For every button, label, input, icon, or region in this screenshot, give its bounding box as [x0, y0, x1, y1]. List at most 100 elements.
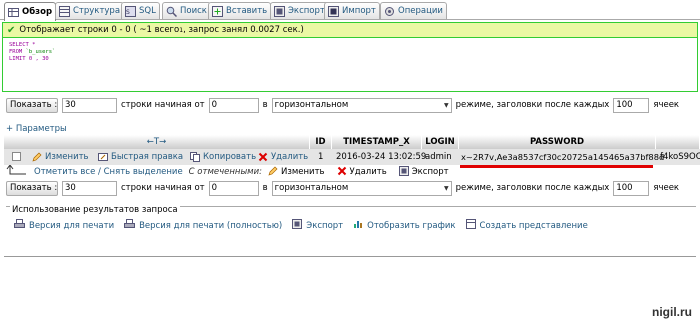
with-selected-label: С отмеченными:: [188, 167, 262, 177]
in-label: в: [262, 183, 268, 193]
structure-icon: [59, 5, 70, 17]
repeat-headers-label: режиме, заголовки после каждых: [455, 183, 610, 193]
start-row-input[interactable]: 0: [208, 97, 259, 113]
rows-count-input[interactable]: 30: [62, 97, 117, 113]
chart-icon: [353, 219, 363, 232]
tab-label: Вставить: [226, 6, 268, 16]
tab-insert[interactable]: Вставить: [208, 2, 272, 19]
show-button[interactable]: Показать :: [6, 180, 58, 196]
export-icon: [274, 5, 285, 17]
tab-operations[interactable]: Операции: [380, 2, 447, 19]
cells-label: ячеек: [653, 100, 680, 110]
quick-edit-icon: [98, 152, 108, 162]
status-text: Отображает строки 0 - 0 ( ~1 всего: [19, 25, 180, 35]
export-link[interactable]: Экспорт: [292, 219, 343, 232]
delete-label: Удалить: [271, 152, 309, 162]
print-view-link[interactable]: Версия для печати: [14, 219, 114, 232]
sql-icon: S: [125, 5, 136, 17]
row-checkbox[interactable]: [12, 149, 22, 165]
display-mode-select[interactable]: горизонтальном ▼: [271, 97, 452, 113]
with-selected-bar: Отметить все / Снять выделение С отмечен…: [6, 163, 449, 180]
insert-icon: [212, 5, 223, 17]
chevron-down-icon: ▼: [444, 101, 449, 109]
status-tail: , запрос занял 0.0027 сек.): [183, 25, 304, 35]
bulk-export-label: Экспорт: [411, 167, 449, 177]
tab-label: Экспорт: [288, 6, 325, 16]
tab-label: Обзор: [22, 7, 53, 17]
copy-icon: [190, 152, 200, 162]
column-header-id[interactable]: ID: [310, 135, 332, 149]
bulk-delete-button[interactable]: Удалить: [337, 166, 387, 179]
tab-search[interactable]: Поиск: [162, 2, 211, 19]
display-chart-link[interactable]: Отобразить график: [353, 219, 456, 232]
rows-from-label: строки начиная от: [121, 183, 205, 193]
tab-sql[interactable]: S SQL: [121, 2, 160, 19]
cell-timestamp: 2016-03-24 13:02:59: [336, 152, 427, 162]
edit-label: Изменить: [45, 152, 89, 162]
copy-label: Копировать: [203, 152, 257, 162]
parameters-link[interactable]: + Параметры: [6, 124, 67, 134]
cells-label: ячеек: [653, 183, 680, 193]
tab-label: SQL: [139, 6, 156, 16]
display-mode-value: горизонтальном: [274, 100, 349, 110]
show-button[interactable]: Показать :: [6, 97, 58, 113]
tab-import[interactable]: Импорт: [324, 2, 380, 19]
quick-edit-link[interactable]: Быстрая правка: [98, 149, 183, 165]
password-highlight-underline: [460, 165, 653, 168]
import-icon: [328, 5, 339, 17]
display-mode-select[interactable]: горизонтальном ▼: [271, 180, 452, 196]
cell-login: admin: [425, 152, 452, 162]
delete-row-link[interactable]: Удалить: [258, 149, 308, 165]
sql-line: FROM `b_users`: [9, 49, 691, 56]
create-view-label: Создать представление: [479, 220, 588, 231]
tab-label: Импорт: [342, 6, 376, 16]
chevron-down-icon: ▼: [444, 184, 449, 192]
tab-label: Поиск: [180, 6, 207, 16]
export-icon: [292, 219, 303, 232]
start-row-input[interactable]: 0: [208, 180, 259, 196]
sql-line: SELECT *: [9, 42, 36, 48]
pencil-icon: [32, 152, 42, 162]
bulk-edit-button[interactable]: Изменить: [268, 166, 325, 179]
bulk-export-button[interactable]: Экспорт: [398, 165, 449, 179]
print-view-label: Версия для печати: [29, 220, 115, 231]
edit-row-link[interactable]: Изменить: [32, 149, 89, 165]
create-view-link[interactable]: Создать представление: [465, 219, 588, 232]
tab-export[interactable]: Экспорт: [270, 2, 329, 19]
printer-icon: [124, 219, 136, 232]
repeat-headers-label: режиме, заголовки после каждых: [455, 100, 610, 110]
cell-password: x~2R7v,Ae3a8537cf30c20725a145465a37bf88d: [461, 152, 665, 162]
navigation-top: Показать : 30 строки начиная от 0 в гори…: [6, 97, 679, 113]
table-row: Изменить Быстрая правка Копировать Удали…: [4, 149, 700, 165]
watermark: nigil.ru: [652, 305, 692, 319]
sql-query-box: SELECT * FROM `b_users` LIMIT 0 , 30: [2, 38, 698, 92]
print-view-full-link[interactable]: Версия для печати (полностью): [124, 219, 282, 232]
tab-structure[interactable]: Структура: [55, 2, 125, 19]
repeat-headers-input[interactable]: 100: [613, 180, 650, 196]
svg-text:S: S: [126, 9, 130, 16]
sql-table-name: `b_users`: [25, 49, 56, 55]
arrow-up-left-icon: [6, 163, 28, 180]
column-header-password[interactable]: PASSWORD: [459, 135, 656, 149]
column-header-timestamp[interactable]: TIMESTAMP_X: [332, 135, 422, 149]
repeat-headers-input[interactable]: 100: [613, 97, 650, 113]
display-mode-value: горизонтальном: [274, 183, 349, 193]
column-header-login[interactable]: LOGIN: [422, 135, 459, 149]
in-label: в: [262, 100, 268, 110]
cell-next-column: f4koS9OC: [660, 152, 700, 162]
sql-line: LIMIT 0 , 30: [9, 56, 49, 62]
sql-keyword: FROM: [9, 49, 23, 55]
search-icon: [166, 6, 178, 17]
pencil-icon: [268, 166, 278, 179]
tab-browse[interactable]: Обзор: [4, 2, 57, 21]
tab-label: Операции: [398, 6, 443, 16]
toggle-all-link[interactable]: Отметить все / Снять выделение: [34, 167, 183, 177]
rows-from-label: строки начиная от: [121, 100, 205, 110]
divider: [4, 256, 696, 257]
column-arrows-header[interactable]: ←T→: [4, 135, 310, 149]
tab-bar: Обзор Структура S SQL Поиск Вставить Экс…: [0, 0, 700, 21]
copy-row-link[interactable]: Копировать: [190, 149, 256, 165]
query-results-legend: Использование результатов запроса: [10, 205, 180, 215]
check-icon: ✔: [7, 24, 16, 36]
rows-count-input[interactable]: 30: [62, 180, 117, 196]
